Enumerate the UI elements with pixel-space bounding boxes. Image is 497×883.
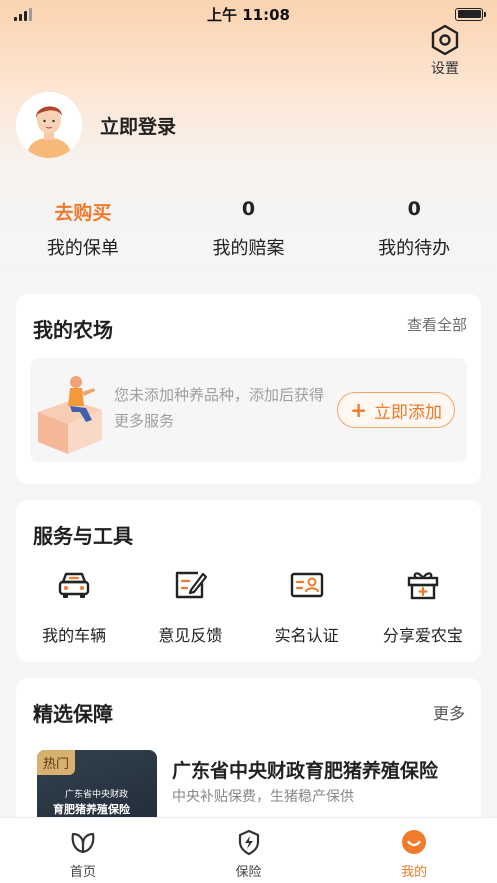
stat-todos[interactable]: 0 我的待办	[331, 198, 497, 260]
gift-icon	[407, 572, 439, 600]
add-breed-button[interactable]: + 立即添加	[337, 392, 455, 428]
service-label: 实名认证	[274, 626, 339, 645]
stat-value: 0	[241, 198, 256, 220]
stat-label: 我的赔案	[212, 238, 285, 259]
farm-illustration-icon	[38, 376, 102, 454]
service-my-vehicles[interactable]: 我的车辆	[16, 566, 132, 646]
stat-value: 0	[407, 198, 421, 220]
avatar[interactable]	[16, 92, 82, 158]
tab-label: 我的	[401, 865, 428, 880]
services-grid: 我的车辆 意见反馈 实名认证 分享爱农宝	[16, 566, 481, 646]
add-button-label: 立即添加	[374, 402, 442, 423]
farm-card: 我的农场 查看全部 您未添加种养品种，添加后获得更多服务 + 立即添加	[16, 294, 481, 484]
product-title[interactable]: 广东省中央财政育肥猪养殖保险	[172, 756, 462, 783]
thumbnail-caption: 广东省中央财政	[65, 790, 129, 800]
stat-policies[interactable]: 去购买 我的保单	[0, 198, 166, 260]
tab-insurance[interactable]: 保险	[166, 818, 332, 883]
service-label: 意见反馈	[158, 626, 223, 645]
hot-badge: 热门	[37, 750, 76, 775]
farm-empty-text: 您未添加种养品种，添加后获得更多服务	[114, 386, 325, 430]
car-icon	[58, 572, 90, 598]
profile-section[interactable]: 立即登录	[16, 92, 176, 158]
stats-row: 去购买 我的保单 0 我的赔案 0 我的待办	[0, 198, 497, 260]
tab-label: 首页	[69, 865, 96, 880]
service-real-name-auth[interactable]: 实名认证	[249, 566, 365, 646]
farm-title: 我的农场	[33, 318, 113, 342]
tab-label: 保险	[235, 865, 262, 880]
tab-home[interactable]: 首页	[0, 818, 166, 883]
leaf-icon	[71, 832, 95, 854]
smile-icon	[402, 830, 427, 854]
stat-label: 我的保单	[46, 238, 119, 259]
status-time: 上午 11:08	[207, 6, 290, 24]
product-description: 中央补贴保费，生猪稳产保供	[172, 789, 354, 805]
stat-claims[interactable]: 0 我的赔案	[166, 198, 332, 260]
login-link[interactable]: 立即登录	[100, 112, 176, 139]
bottom-tab-bar: 首页 保险 我的	[0, 817, 497, 883]
tab-mine[interactable]: 我的	[331, 818, 497, 883]
settings-button[interactable]: 设置	[423, 24, 467, 78]
services-title: 服务与工具	[33, 524, 133, 548]
settings-icon	[431, 24, 459, 56]
plus-icon: +	[350, 398, 367, 422]
farm-empty-state: 您未添加种养品种，添加后获得更多服务 + 立即添加	[30, 358, 467, 462]
settings-label: 设置	[431, 61, 459, 77]
service-label: 我的车辆	[42, 626, 107, 645]
services-card: 服务与工具 我的车辆 意见反馈 实名认证 分享爱农宝	[16, 500, 481, 662]
more-link[interactable]: 更多	[433, 700, 465, 724]
service-label: 分享爱农宝	[382, 626, 463, 645]
battery-icon	[455, 7, 486, 21]
stat-label: 我的待办	[378, 238, 451, 259]
id-card-icon	[290, 572, 323, 598]
thumbnail-title: 育肥猪养殖保险	[53, 803, 130, 816]
feedback-icon	[176, 571, 208, 599]
shield-bolt-icon	[238, 829, 259, 856]
service-feedback[interactable]: 意见反馈	[132, 566, 248, 646]
featured-title: 精选保障	[33, 702, 113, 726]
service-share[interactable]: 分享爱农宝	[365, 566, 481, 646]
view-all-link[interactable]: 查看全部	[407, 314, 467, 335]
stat-value[interactable]: 去购买	[54, 198, 111, 224]
